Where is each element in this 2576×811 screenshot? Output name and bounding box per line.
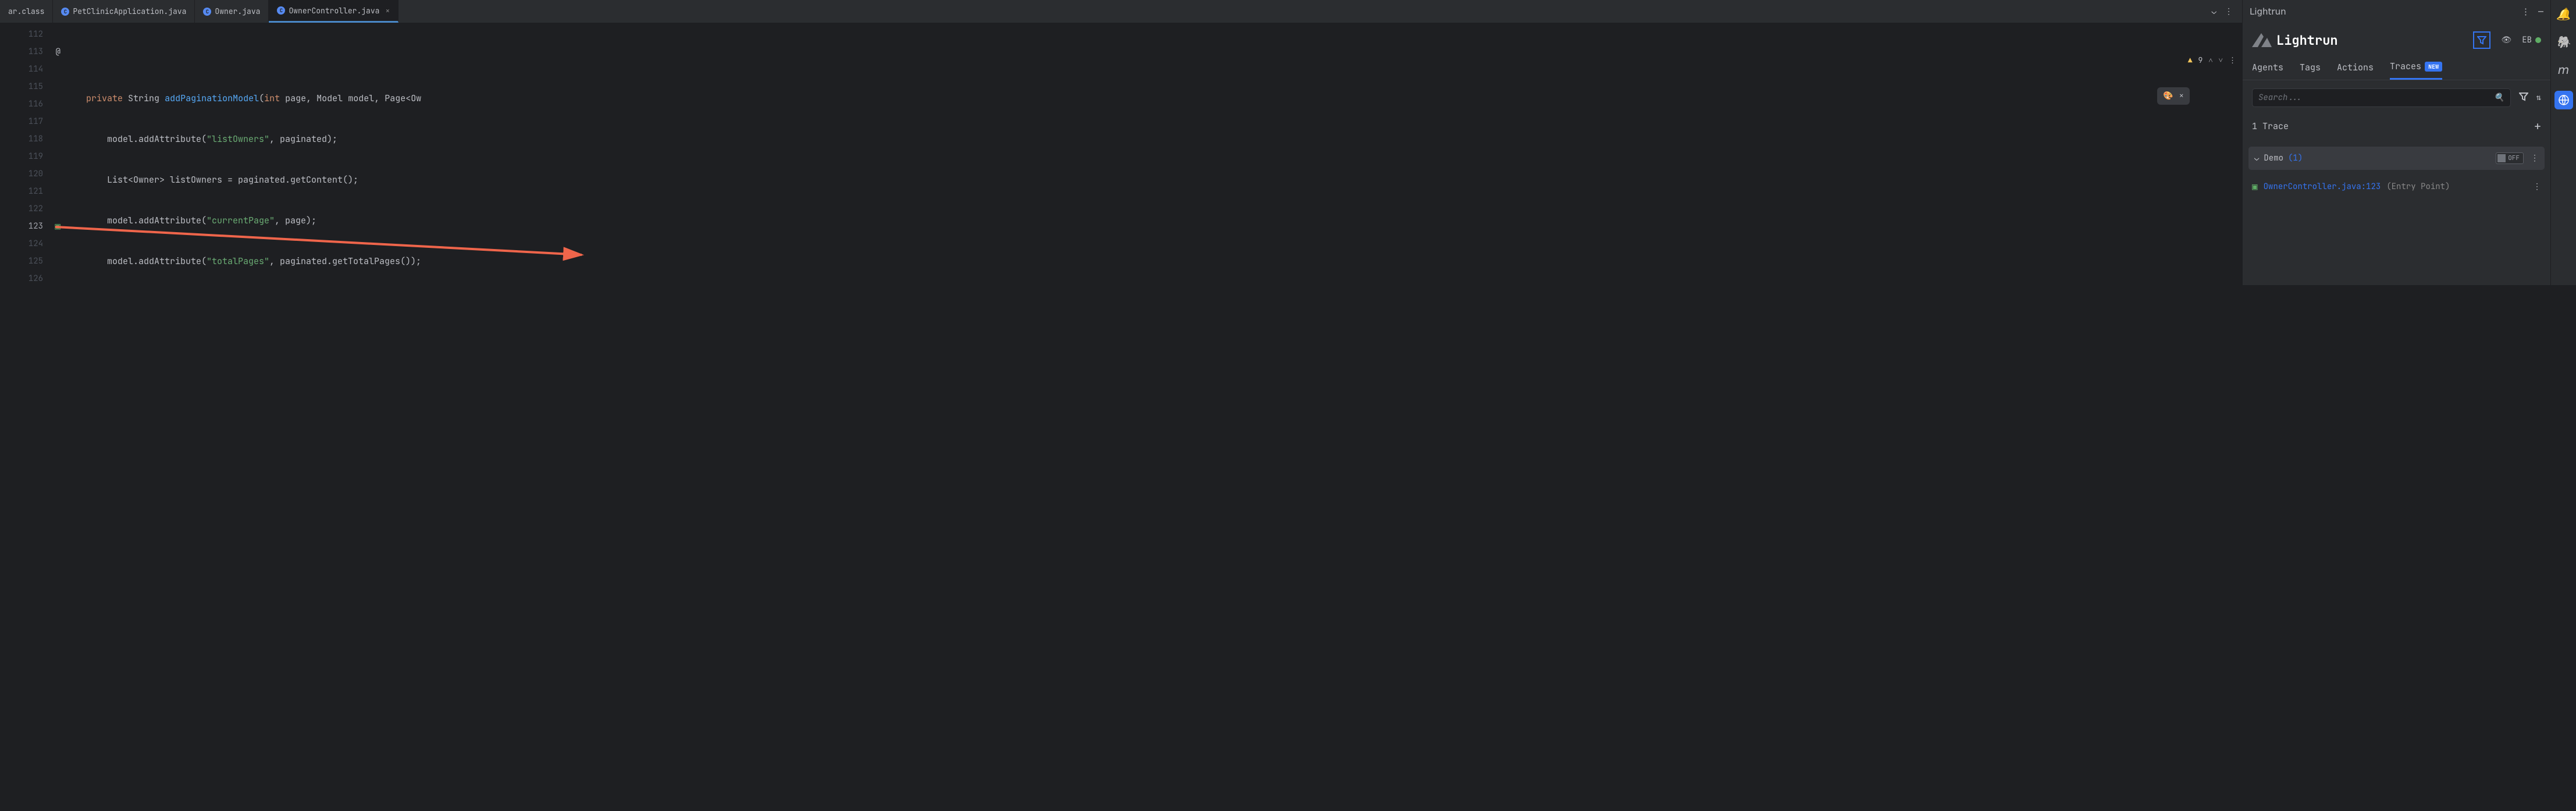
editor-tabs: ar.class C PetClinicApplication.java C O…: [0, 0, 2242, 23]
warning-icon: ▲: [2188, 55, 2193, 65]
warning-count: 9: [2198, 55, 2203, 65]
close-icon[interactable]: ×: [385, 6, 390, 16]
line-number: 121: [29, 183, 43, 200]
line-number: 118: [29, 130, 43, 148]
minimize-icon[interactable]: —: [2538, 6, 2543, 17]
line-number: 116: [29, 95, 43, 113]
search-icon: 🔍: [2494, 93, 2504, 103]
trace-left: ▣ OwnerController.java:123 (Entry Point): [2252, 180, 2450, 193]
chevron-down-icon[interactable]: ⌄: [2254, 153, 2259, 163]
line-number: 115: [29, 78, 43, 95]
new-badge: NEW: [2425, 62, 2442, 72]
more-icon[interactable]: ⋮: [2229, 55, 2236, 65]
search-input[interactable]: Search... 🔍: [2252, 88, 2511, 107]
floating-toolbar[interactable]: 🎨 ×: [2157, 87, 2190, 105]
trace-row[interactable]: ▣ OwnerController.java:123 (Entry Point)…: [2243, 175, 2550, 198]
user-initials: EB: [2522, 35, 2532, 45]
tab-ar-class[interactable]: ar.class: [0, 0, 53, 23]
filter-button[interactable]: [2473, 31, 2490, 49]
chevron-up-icon[interactable]: ˄: [2208, 55, 2212, 65]
section-name: Demo: [2264, 153, 2283, 163]
palette-icon[interactable]: 🎨: [2163, 91, 2173, 101]
lightrun-logo: Lightrun: [2252, 32, 2338, 49]
notifications-icon[interactable]: 🔔: [2556, 7, 2571, 21]
elephant-icon[interactable]: 🐘: [2556, 35, 2571, 49]
section-left: ⌄ Demo (1): [2254, 153, 2303, 163]
trace-file-link[interactable]: OwnerController.java:123: [2264, 182, 2381, 192]
m-tool-icon[interactable]: m: [2558, 63, 2569, 77]
line-number: 113: [29, 43, 43, 61]
line-number: 125: [29, 252, 43, 270]
trace-count: 1 Trace: [2252, 120, 2289, 132]
panel-header: Lightrun ⋮ —: [2243, 0, 2550, 23]
more-icon[interactable]: ⋮: [2521, 6, 2530, 17]
class-icon: C: [277, 6, 285, 15]
status-dot-icon: [2535, 37, 2541, 43]
section-count: (1): [2288, 153, 2303, 163]
panel-tabs: Agents Tags Actions Traces NEW: [2243, 57, 2550, 80]
globe-tool-icon[interactable]: [2554, 91, 2573, 109]
tab-traces[interactable]: Traces NEW: [2390, 61, 2442, 80]
brand-tools: 👁 EB: [2473, 31, 2541, 49]
user-badge[interactable]: EB: [2522, 35, 2541, 45]
trace-entry-label: (Entry Point): [2386, 182, 2450, 192]
line-number: 126: [29, 270, 43, 285]
tab-agents[interactable]: Agents: [2252, 61, 2283, 80]
gutter: 112 113 @ 114 115 116 117 118 119 120 121…: [0, 23, 69, 285]
code-area: 112 113 @ 114 115 116 117 118 119 120 121…: [0, 23, 2242, 285]
class-icon: C: [61, 8, 69, 16]
tab-label: Owner.java: [215, 6, 260, 16]
line-number: 112: [29, 26, 43, 43]
sort-icon[interactable]: ⇅: [2536, 93, 2541, 103]
camera-gutter-icon[interactable]: ▣: [49, 218, 61, 235]
more-icon[interactable]: ⋮: [2531, 153, 2539, 163]
editor-pane: ar.class C PetClinicApplication.java C O…: [0, 0, 2242, 285]
section-row[interactable]: ⌄ Demo (1) OFF ⋮: [2248, 147, 2545, 170]
more-icon[interactable]: ⋮: [2533, 182, 2541, 192]
tab-petclinic[interactable]: C PetClinicApplication.java: [53, 0, 195, 23]
tab-tags[interactable]: Tags: [2300, 61, 2321, 80]
panel-title: Lightrun: [2250, 6, 2513, 17]
tab-label: ar.class: [8, 6, 44, 16]
line-number: 124: [29, 235, 43, 252]
camera-icon: ▣: [2252, 180, 2258, 193]
override-gutter-icon[interactable]: @: [49, 43, 61, 61]
search-placeholder: Search...: [2258, 93, 2494, 103]
line-number: 120: [29, 165, 43, 183]
tab-label: PetClinicApplication.java: [73, 6, 186, 16]
tab-ownercontroller[interactable]: C OwnerController.java ×: [269, 0, 399, 23]
tabs-overflow: ⌄ ⋮: [2207, 6, 2237, 17]
line-number: 114: [29, 61, 43, 78]
line-number: 119: [29, 148, 43, 165]
line-number: 123: [29, 218, 43, 235]
panel-brand-row: Lightrun 👁 EB: [2243, 23, 2550, 57]
line-number: 122: [29, 200, 43, 218]
line-number: 117: [29, 113, 43, 130]
code-text[interactable]: private String addPaginationModel(int pa…: [69, 23, 2242, 285]
chevron-down-icon[interactable]: ⌄: [2212, 6, 2216, 17]
toggle-switch[interactable]: OFF: [2496, 152, 2524, 164]
class-icon: C: [203, 8, 211, 16]
search-row: Search... 🔍 ⇅: [2243, 80, 2550, 115]
filter-icon[interactable]: [2519, 92, 2528, 104]
more-icon[interactable]: ⋮: [2225, 6, 2233, 17]
right-tool-strip: 🔔 🐘 m: [2550, 0, 2576, 285]
tab-label: OwnerController.java: [289, 6, 379, 16]
lightrun-panel: Lightrun ⋮ — Lightrun 👁 EB Agents Tags A…: [2242, 0, 2550, 285]
close-icon[interactable]: ×: [2179, 91, 2184, 101]
trace-count-row: 1 Trace +: [2243, 115, 2550, 142]
inspection-strip[interactable]: ▲ 9 ˄ ˅ ⋮: [2188, 55, 2236, 65]
eye-icon[interactable]: 👁: [2501, 35, 2511, 45]
tab-actions[interactable]: Actions: [2337, 61, 2374, 80]
add-icon[interactable]: +: [2534, 119, 2541, 134]
chevron-down-icon[interactable]: ˅: [2219, 55, 2223, 65]
tab-owner[interactable]: C Owner.java: [195, 0, 269, 23]
